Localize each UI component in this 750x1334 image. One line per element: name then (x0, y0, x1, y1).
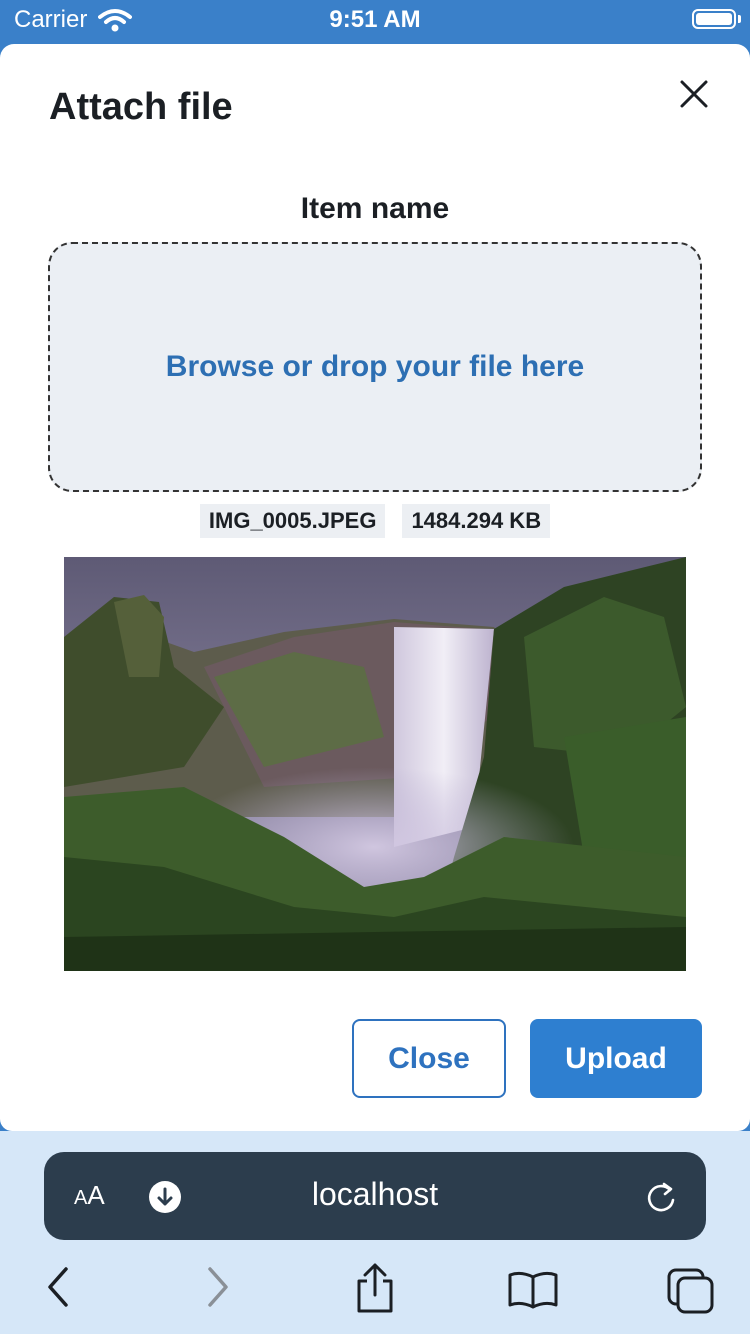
modal-title: Attach file (49, 86, 233, 128)
item-name-label: Item name (300, 192, 450, 225)
share-icon[interactable] (354, 1261, 396, 1315)
dropzone-text: Browse or drop your file here (165, 350, 585, 383)
back-icon[interactable] (44, 1265, 72, 1309)
attach-file-modal: Attach file Item name Browse or drop you… (0, 44, 750, 1131)
bookmarks-icon[interactable] (507, 1269, 559, 1309)
file-dropzone[interactable]: Browse or drop your file here (48, 242, 702, 492)
battery-icon (692, 9, 736, 29)
file-name-badge: IMG_0005.JPEG (199, 504, 386, 538)
status-bar: Carrier 9:51 AM (0, 0, 750, 40)
close-icon[interactable] (676, 76, 712, 112)
tabs-icon[interactable] (666, 1267, 716, 1315)
close-button[interactable]: Close (352, 1019, 506, 1098)
reload-icon[interactable] (644, 1178, 678, 1214)
image-preview (64, 557, 686, 971)
battery-tip (738, 15, 741, 23)
address-bar[interactable]: AA localhost (44, 1152, 706, 1240)
file-size-badge: 1484.294 KB (402, 504, 551, 538)
upload-button[interactable]: Upload (530, 1019, 702, 1098)
clock: 9:51 AM (329, 6, 421, 33)
forward-icon[interactable] (204, 1265, 232, 1309)
browser-chrome: AA localhost (0, 1131, 750, 1334)
url-text: localhost (311, 1176, 439, 1212)
file-meta: IMG_0005.JPEG 1484.294 KB (0, 504, 750, 538)
